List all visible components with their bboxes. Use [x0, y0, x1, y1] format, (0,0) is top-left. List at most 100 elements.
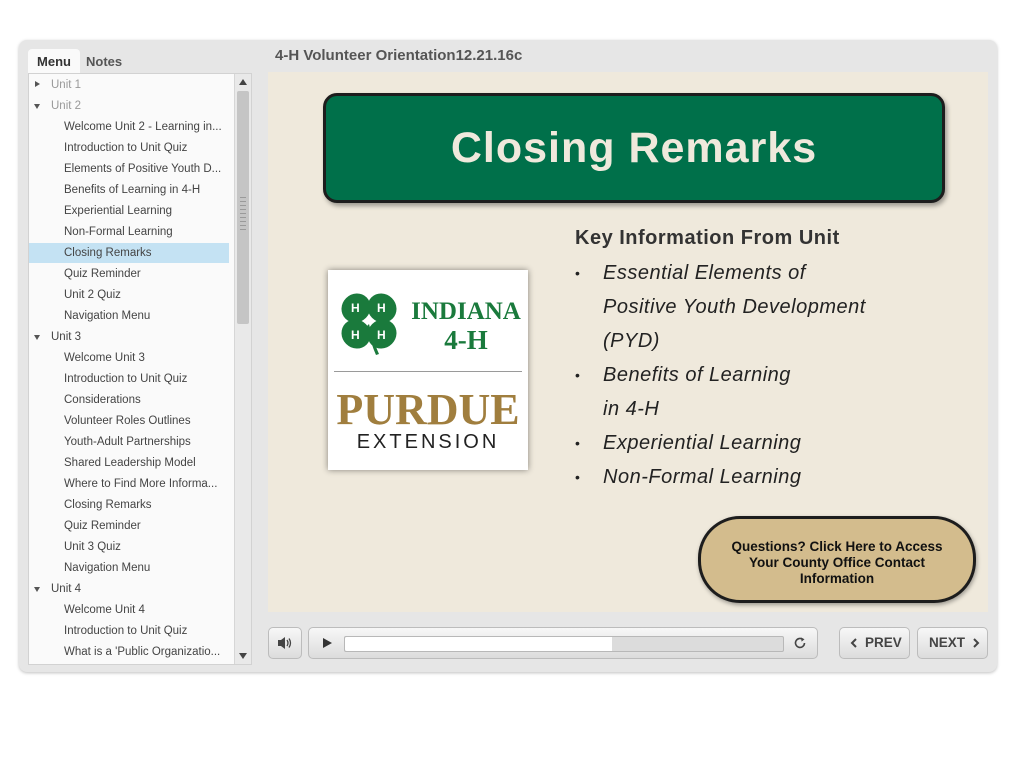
menu-item-label: Youth-Adult Partnerships	[64, 436, 191, 448]
prev-label: PREV	[865, 635, 902, 650]
menu-unit-item[interactable]: Unit 1	[29, 75, 229, 95]
menu-item-label: Welcome Unit 3	[64, 352, 145, 364]
menu-slide-item[interactable]: Closing Remarks	[29, 243, 229, 263]
menu-item-label: Unit 2 Quiz	[64, 289, 121, 301]
svg-text:H: H	[377, 301, 386, 315]
menu-item-label: Considerations	[64, 394, 141, 406]
menu-slide-item[interactable]: Welcome Unit 3	[29, 348, 229, 368]
menu-item-label: Introduction to Unit Quiz	[64, 625, 188, 637]
playback-bar	[308, 627, 818, 659]
menu-item-label: Quiz Reminder	[64, 268, 141, 280]
menu-item-label: Navigation Menu	[64, 310, 151, 322]
menu-item-label: Navigation Menu	[64, 562, 151, 574]
menu-unit-item[interactable]: Unit 4	[29, 579, 229, 599]
questions-contact-button[interactable]: Questions? Click Here to Access Your Cou…	[698, 516, 976, 603]
menu-slide-item[interactable]: Unit 3 Quiz	[29, 537, 229, 557]
caret-down-icon[interactable]	[34, 587, 40, 592]
key-info-heading: Key Information From Unit	[575, 227, 840, 249]
chevron-left-icon	[850, 638, 857, 648]
menu-unit-item[interactable]: Unit 3	[29, 327, 229, 347]
menu-item-label: Unit 2	[51, 100, 82, 112]
four-leaf-clover-icon: H H H H	[341, 293, 397, 355]
menu-slide-item[interactable]: Quiz Reminder	[29, 264, 229, 284]
menu-item-label: Closing Remarks	[64, 247, 152, 259]
play-icon[interactable]	[323, 638, 332, 648]
logo-extension-text: EXTENSION	[356, 431, 500, 453]
menu-slide-item[interactable]: Shared Leadership Model	[29, 453, 229, 473]
tab-notes[interactable]: Notes	[86, 49, 122, 73]
progress-fill	[345, 637, 613, 651]
bullet-dot: •	[575, 367, 580, 383]
key-info-bullet-line: Essential Elements of	[603, 262, 806, 284]
menu-slide-item[interactable]: Where to Find More Informa...	[29, 474, 229, 494]
key-info-bullet-line: Positive Youth Development	[603, 296, 866, 318]
caret-down-icon[interactable]	[34, 104, 40, 109]
course-player: Menu Notes Unit 1 Unit 2 Welcome Unit 2 - …	[19, 40, 997, 672]
menu-panel: Unit 1 Unit 2 Welcome Unit 2 - Learning in…	[28, 73, 252, 665]
menu-slide-item[interactable]: Experiential Learning	[29, 201, 229, 221]
menu-item-label: Benefits of Learning in 4-H	[64, 184, 201, 196]
logo-purdue-text: PURDUE	[336, 385, 520, 434]
menu-item-label: What is a 'Public Organizatio...	[64, 646, 221, 658]
menu-item-label: Closing Remarks	[64, 499, 152, 511]
menu-slide-item[interactable]: Volunteer Roles Outlines	[29, 411, 229, 431]
menu-item-label: Unit 1	[51, 79, 82, 91]
next-button[interactable]: NEXT	[917, 627, 988, 659]
menu-item-label: Quiz Reminder	[64, 520, 141, 532]
replay-icon[interactable]	[793, 636, 807, 650]
menu-item-label: Unit 4	[51, 583, 82, 595]
slide-canvas: Closing Remarks H H H H INDIANA 4-H PURD…	[268, 72, 988, 612]
key-info-bullet-line: Experiential Learning	[603, 432, 802, 454]
menu-slide-item[interactable]: Considerations	[29, 390, 229, 410]
menu-item-label: Volunteer Roles Outlines	[64, 415, 191, 427]
logo-indiana-text: INDIANA 4-H	[411, 298, 521, 355]
volume-button[interactable]	[268, 627, 302, 659]
menu-slide-item[interactable]: Closing Remarks	[29, 495, 229, 515]
menu-slide-item[interactable]: Introduction to Unit Quiz	[29, 621, 229, 641]
menu-scrollbar[interactable]	[234, 74, 251, 664]
caret-right-icon[interactable]	[35, 81, 40, 87]
menu-slide-item[interactable]: Welcome Unit 4	[29, 600, 229, 620]
next-label: NEXT	[929, 635, 966, 650]
menu-slide-item[interactable]: Benefits of Learning in 4-H	[29, 180, 229, 200]
menu-item-label: Elements of Positive Youth D...	[64, 163, 222, 175]
scrollbar-thumb[interactable]	[237, 91, 249, 324]
menu-slide-item[interactable]: Quiz Reminder	[29, 516, 229, 536]
scroll-up-icon[interactable]	[239, 79, 247, 85]
key-info-bullet-line: Benefits of Learning	[603, 364, 791, 386]
menu-item-label: Introduction to Unit Quiz	[64, 373, 188, 385]
key-info-bullet-line: (PYD)	[603, 330, 660, 352]
bullet-dot: •	[575, 469, 580, 485]
tab-menu[interactable]: Menu	[28, 49, 80, 73]
menu-item-label: Welcome Unit 2 - Learning in...	[64, 121, 222, 133]
course-title: 4-H Volunteer Orientation12.21.16c	[275, 47, 523, 64]
menu-item-label: Introduction to Unit Quiz	[64, 142, 188, 154]
menu-slide-item[interactable]: Unit 2 Quiz	[29, 285, 229, 305]
bullet-dot: •	[575, 435, 580, 451]
menu-item-label: Where to Find More Informa...	[64, 478, 218, 490]
menu-slide-item[interactable]: Youth-Adult Partnerships	[29, 432, 229, 452]
scroll-down-icon[interactable]	[239, 653, 247, 659]
speaker-icon	[278, 637, 292, 649]
menu-slide-item[interactable]: Welcome Unit 2 - Learning in...	[29, 117, 229, 137]
menu-slide-item[interactable]: Non-Formal Learning	[29, 222, 229, 242]
indiana-4h-purdue-logo: H H H H INDIANA 4-H PURDUE EXTENSION	[328, 270, 528, 470]
menu-unit-item[interactable]: Unit 2	[29, 96, 229, 116]
menu-slide-item[interactable]: What is a 'Public Organizatio...	[29, 642, 229, 662]
menu-slide-item[interactable]: Navigation Menu	[29, 558, 229, 578]
menu-slide-item[interactable]: Introduction to Unit Quiz	[29, 369, 229, 389]
menu-slide-item[interactable]: Introduction to Unit Quiz	[29, 138, 229, 158]
svg-text:H: H	[351, 301, 360, 315]
key-info-bullet-line: in 4-H	[603, 398, 660, 420]
menu-slide-item[interactable]: Elements of Positive Youth D...	[29, 159, 229, 179]
menu-item-label: Unit 3 Quiz	[64, 541, 121, 553]
menu-item-label: Experiential Learning	[64, 205, 173, 217]
slide-banner-title: Closing Remarks	[323, 93, 945, 203]
menu-item-label: Shared Leadership Model	[64, 457, 196, 469]
menu-slide-item[interactable]: Navigation Menu	[29, 306, 229, 326]
progress-bar[interactable]	[344, 636, 784, 652]
prev-button[interactable]: PREV	[839, 627, 910, 659]
menu-item-label: Non-Formal Learning	[64, 226, 173, 238]
caret-down-icon[interactable]	[34, 335, 40, 340]
menu-item-label: Unit 3	[51, 331, 82, 343]
